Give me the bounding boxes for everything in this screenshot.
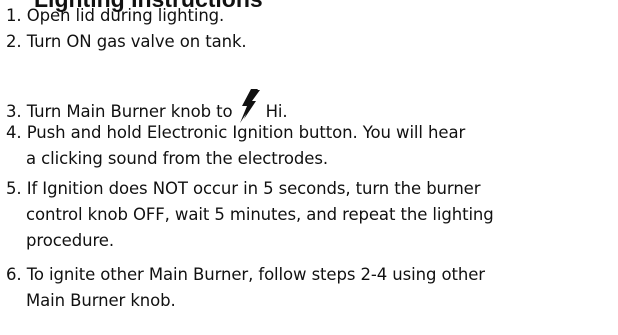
step-6: 6. To ignite other Main Burner, follow s… bbox=[6, 262, 614, 314]
step-1: 1. Open lid during lighting. bbox=[6, 3, 614, 29]
step-6-text-line1: 6. To ignite other Main Burner, follow s… bbox=[6, 265, 485, 284]
step-3-text: 3. Turn Main Burner knob to bbox=[6, 102, 238, 121]
step-1-text: 1. Open lid during lighting. bbox=[6, 6, 225, 25]
lightning-bolt-icon bbox=[239, 89, 260, 123]
step-4-text-line1: 4. Push and hold Electronic Ignition but… bbox=[6, 123, 466, 142]
step-4: 4. Push and hold Electronic Ignition but… bbox=[6, 120, 614, 172]
step-2: 2. Turn ON gas valve on tank. bbox=[6, 29, 614, 55]
step-5-text-line2: control knob OFF, wait 5 minutes, and re… bbox=[26, 205, 494, 224]
step-2-text: 2. Turn ON gas valve on tank. bbox=[6, 32, 247, 51]
step-5: 5. If Ignition does NOT occur in 5 secon… bbox=[6, 176, 614, 254]
step-6-text-line2: Main Burner knob. bbox=[26, 291, 176, 310]
step-5-text-line1: 5. If Ignition does NOT occur in 5 secon… bbox=[6, 179, 481, 198]
step-4-text-line2: a clicking sound from the electrodes. bbox=[26, 149, 328, 168]
step-3-hi-label: Hi. bbox=[265, 102, 288, 121]
step-5-text-line3: procedure. bbox=[26, 231, 114, 250]
